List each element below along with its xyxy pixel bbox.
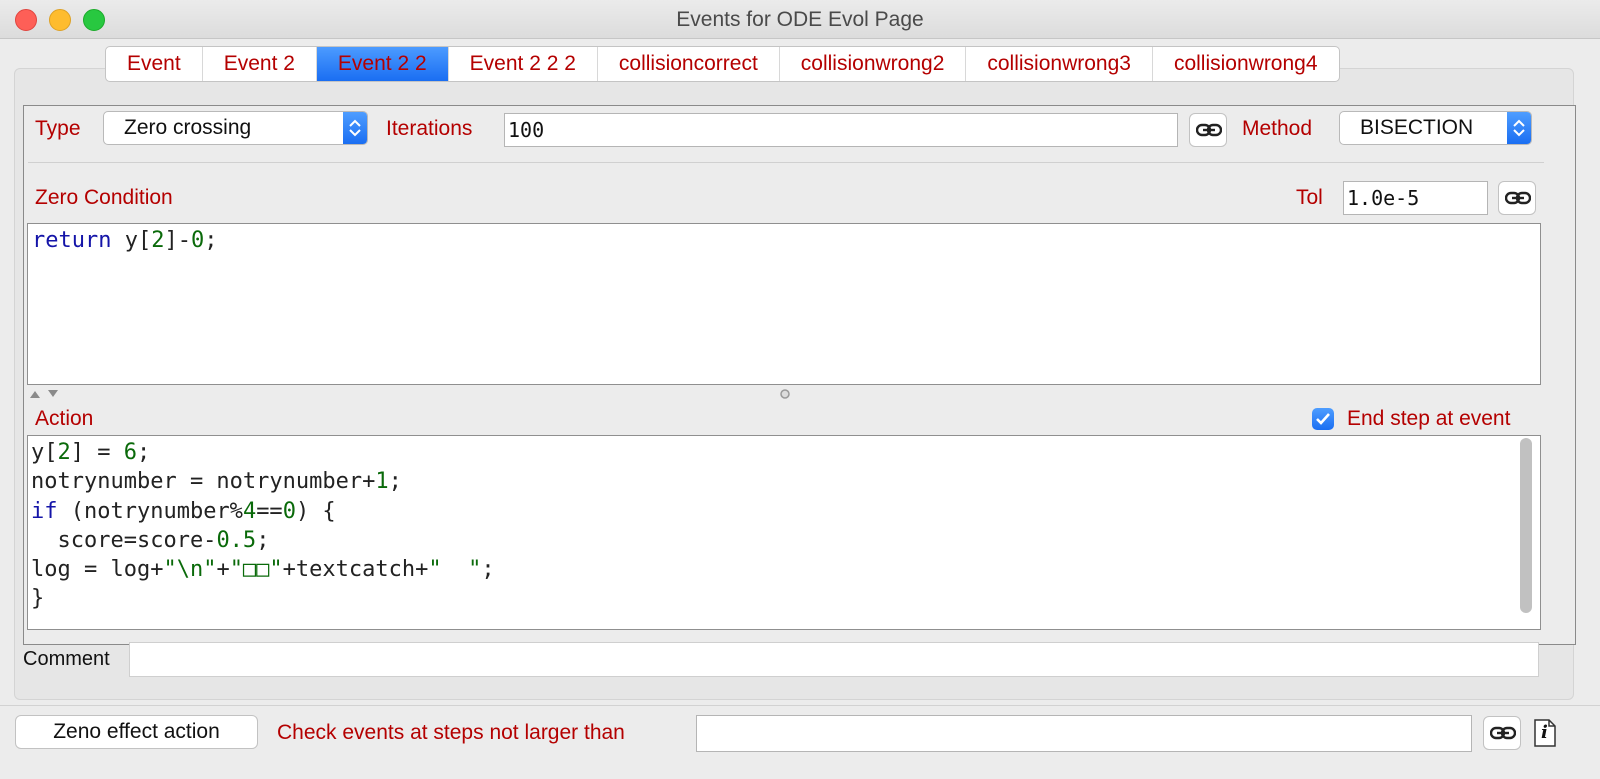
comment-label: Comment [23, 648, 110, 670]
action-editor[interactable]: y[2] = 6; notrynumber = notrynumber+1; i… [27, 435, 1541, 630]
tab-event-2[interactable]: Event 2 [203, 47, 317, 81]
code-number: 0.5 [216, 527, 257, 553]
tab-event[interactable]: Event [106, 47, 203, 81]
end-step-label: End step at event [1347, 407, 1511, 430]
code-number: 4 [242, 498, 257, 524]
code-number: 2 [57, 440, 71, 465]
code-number: 2 [151, 228, 165, 253]
code-string: "□□" [229, 557, 283, 583]
collapse-up-icon[interactable] [29, 389, 41, 399]
code-number: 6 [123, 440, 137, 465]
method-select-value: BISECTION [1360, 116, 1474, 139]
code-number: 1 [375, 469, 389, 495]
comment-input[interactable] [129, 642, 1539, 677]
method-select[interactable]: BISECTION [1339, 111, 1532, 145]
checkmark-icon [1316, 413, 1330, 425]
type-select[interactable]: Zero crossing [103, 111, 368, 145]
action-label: Action [35, 407, 94, 430]
check-steps-input[interactable] [696, 715, 1472, 752]
tab-collisionwrong2[interactable]: collisionwrong2 [780, 47, 967, 81]
iterations-input[interactable]: 100 [504, 113, 1178, 147]
link-icon [1196, 123, 1222, 137]
check-steps-label: Check events at steps not larger than [277, 721, 625, 744]
tol-link-button[interactable] [1498, 181, 1536, 215]
check-steps-link-button[interactable] [1483, 716, 1521, 750]
type-select-value: Zero crossing [124, 116, 252, 139]
updown-arrows-icon [1507, 112, 1531, 144]
iterations-label: Iterations [386, 117, 473, 140]
zero-condition-label: Zero Condition [35, 186, 173, 209]
tab-collisionwrong4[interactable]: collisionwrong4 [1153, 47, 1339, 81]
link-icon [1490, 726, 1516, 740]
type-label: Type [35, 117, 81, 140]
end-step-checkbox[interactable] [1312, 408, 1334, 430]
code-keyword: return [32, 228, 112, 253]
link-icon [1505, 191, 1531, 205]
tab-event-2-2[interactable]: Event 2 2 [316, 47, 449, 81]
tab-event-2-2-2[interactable]: Event 2 2 2 [449, 47, 598, 81]
tab-collisionwrong3[interactable]: collisionwrong3 [966, 47, 1153, 81]
updown-arrows-icon [343, 112, 367, 144]
action-editor-scrollbar[interactable] [1520, 438, 1532, 613]
info-glyph: i [1541, 722, 1548, 743]
code-string: " " [428, 557, 482, 583]
code-number: 0 [190, 228, 205, 253]
code-number: 0 [282, 498, 296, 524]
zero-condition-editor[interactable]: return y[2]-0; [27, 223, 1541, 385]
method-label: Method [1242, 117, 1313, 140]
zeno-effect-action-button[interactable]: Zeno effect action [15, 715, 258, 749]
tol-input[interactable]: 1.0e-5 [1343, 181, 1488, 215]
code-string: "\n" [163, 557, 217, 583]
info-document-icon[interactable]: i [1533, 718, 1557, 748]
divider [28, 162, 1544, 163]
tol-label: Tol [1296, 186, 1323, 209]
window-title: Events for ODE Evol Page [676, 8, 924, 31]
split-pane-divider[interactable] [27, 385, 1541, 402]
event-tabs: Event Event 2 Event 2 2 Event 2 2 2 coll… [105, 46, 1340, 82]
title-bar: Events for ODE Evol Page [0, 0, 1600, 39]
tab-collisioncorrect[interactable]: collisioncorrect [598, 47, 780, 81]
iterations-link-button[interactable] [1189, 113, 1227, 147]
collapse-down-icon[interactable] [47, 389, 59, 399]
code-keyword: if [31, 498, 58, 524]
drag-handle-icon[interactable] [779, 388, 791, 400]
